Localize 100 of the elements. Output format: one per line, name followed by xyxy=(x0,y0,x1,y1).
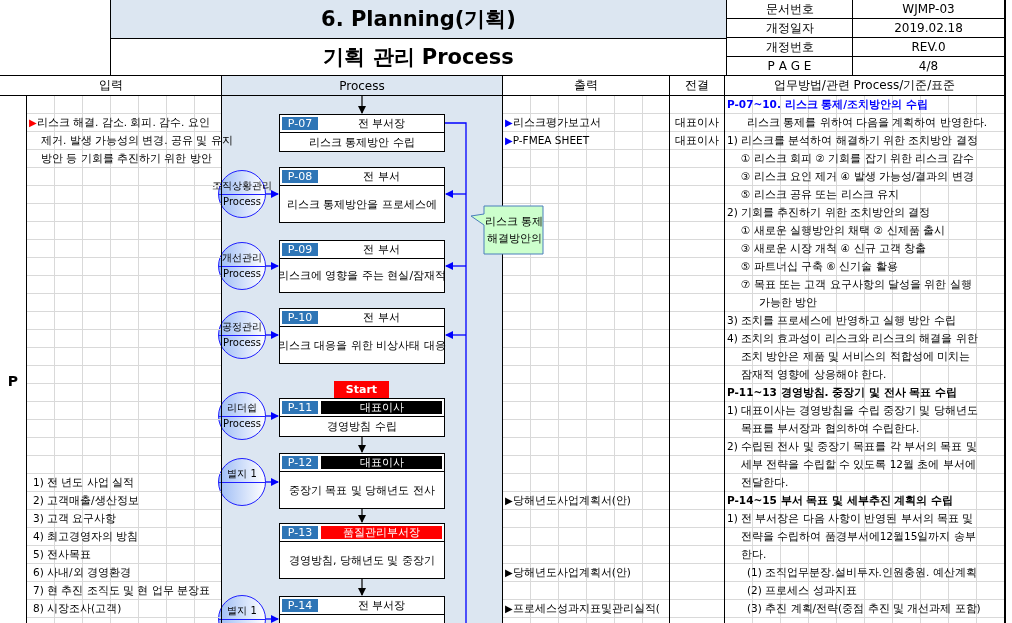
step-code: P-08 xyxy=(282,170,318,183)
marker-icon: ▶ xyxy=(503,114,513,131)
method-text: 세부 전략을 수립할 수 있도록 12월 초에 부서에 xyxy=(740,457,976,472)
sheet-title: 6. Planning(기획) xyxy=(111,0,726,39)
method-text: ③ 새로운 시장 개척 ④ 신규 고객 창출 xyxy=(740,241,927,256)
node-label: Process xyxy=(223,195,261,207)
input-text: 4) 최고경영자의 방침 xyxy=(32,529,139,544)
node-label: Process xyxy=(223,336,261,348)
marker-icon: ▶ xyxy=(27,114,37,131)
method-text: ⑤ 파트너십 구축 ⑥ 신기술 활용 xyxy=(740,259,898,274)
marker-icon: ▶ xyxy=(503,132,513,149)
input-text: 방안 등 기회를 추진하기 위한 방안 xyxy=(40,151,212,166)
method-text: ③ 리스크 요인 제거 ④ 발생 가능성/결과의 변경 xyxy=(740,169,974,184)
step-title: 경영방침, 당해년도 및 중장기 xyxy=(289,552,435,568)
info-value: WJMP-03 xyxy=(901,1,956,18)
info-label: 문서번호 xyxy=(727,0,853,18)
flow-arrow xyxy=(265,331,279,339)
step-code: P-09 xyxy=(282,243,318,256)
method-text: P-07~10. 리스크 통제/조치방안의 수립 xyxy=(726,97,928,112)
step-code: P-10 xyxy=(282,311,318,324)
callout-text: 리스크 통제 xyxy=(484,214,544,229)
node-label: 개선관리 xyxy=(222,250,262,265)
method-text: 한다. xyxy=(740,547,767,562)
marker-icon: ▶ xyxy=(503,600,513,617)
node-label: 별지 1 xyxy=(227,466,257,481)
method-text: 4) 조치의 효과성이 리스크와 리스크의 해결을 위한 xyxy=(726,331,978,346)
step-owner: 대표이사 xyxy=(321,401,442,414)
column-header: 전결 xyxy=(670,76,725,95)
method-text: 1) 리스크를 분석하여 해결하기 위한 조치방안 결정 xyxy=(726,133,978,148)
input-text: 2) 고객매출/생산정보 xyxy=(32,493,139,508)
approver-text: 대표이사 xyxy=(675,133,719,148)
approver-text: 대표이사 xyxy=(675,115,719,130)
method-text: 2) 기회를 추진하기 위한 조치방안의 결정 xyxy=(726,205,931,220)
flow-arrow xyxy=(265,478,279,486)
node-label: 별지 1 xyxy=(227,603,257,618)
step-code: P-13 xyxy=(282,526,318,539)
step-title: 중장기 목표 및 당해년도 전사 xyxy=(289,482,435,498)
input-text: 8) 시장조사(고객) xyxy=(32,601,122,616)
input-text: 7) 현 추진 조직도 및 현 업무 분장표 xyxy=(32,583,211,598)
phase-label: P xyxy=(7,373,19,391)
flow-arrow xyxy=(265,412,279,420)
method-text: 가능한 방안 xyxy=(758,295,818,310)
method-text: 잠재적 영향에 상응해야 한다. xyxy=(740,367,887,382)
info-label: P A G E xyxy=(727,57,853,75)
output-text: 당해년도사업계획서(안) xyxy=(512,493,631,508)
step-title: 경영방침 수립 xyxy=(327,419,397,434)
start-label: Start xyxy=(334,381,389,398)
method-text: 1) 전 부서장은 다음 사항이 반영된 부서의 목표 및 xyxy=(726,511,974,526)
method-text: P-11~13 경영방침. 중장기 및 전사 목표 수립 xyxy=(726,385,957,400)
info-value: 2019.02.18 xyxy=(893,20,964,37)
column-header: 출력 xyxy=(503,76,670,95)
output-text: P-FMEA SHEET xyxy=(512,133,590,148)
step-code: P-12 xyxy=(282,456,318,469)
node-label: 공정관리 xyxy=(222,319,262,334)
step-title: 리스크 통제방안을 프로세스에 xyxy=(287,196,437,212)
step-code: P-14 xyxy=(282,599,318,612)
sheet-subtitle: 기획 관리 Process xyxy=(322,44,515,71)
method-text: 전달한다. xyxy=(740,475,789,490)
marker-icon: ▶ xyxy=(503,564,513,581)
step-code: P-11 xyxy=(282,401,318,414)
info-label: 개정번호 xyxy=(727,38,853,56)
method-text: 1) 대표이사는 경영방침을 수립 중장기 및 당해년도 xyxy=(726,403,978,418)
column-header: 업무방법/관련 Process/기준/표준 xyxy=(772,77,957,94)
input-text: 6) 사내/외 경영환경 xyxy=(32,565,131,580)
flow-arrow xyxy=(265,262,279,270)
step-code: P-07 xyxy=(282,117,318,130)
step-owner: 품질관리부서장 xyxy=(321,526,442,539)
info-value: 4/8 xyxy=(917,58,940,75)
method-text: (2) 프로세스 성과지표 xyxy=(746,583,857,598)
input-text: 3) 고객 요구사항 xyxy=(32,511,117,526)
method-text: 리스크 통제를 위하여 다음을 계획하여 반영한다. xyxy=(746,115,988,130)
callout-text: 해결방안의 xyxy=(486,231,542,246)
method-text: ① 리스크 회피 ② 기회를 잡기 위한 리스크 감수 xyxy=(740,151,974,166)
node-label: Process xyxy=(223,417,261,429)
input-text: 5) 전사목표 xyxy=(32,547,92,562)
info-label: 개정일자 xyxy=(727,19,853,37)
method-text: ⑦ 목표 또는 고객 요구사항의 달성을 위한 실행 xyxy=(740,277,972,292)
method-text: 전략을 수립하여 품경부서에12월15일까지 송부 xyxy=(740,529,976,544)
flow-arrow xyxy=(265,615,279,623)
flow-arrow xyxy=(265,190,279,198)
method-text: ⑤ 리스크 공유 또는 리스크 유지 xyxy=(740,187,900,202)
input-text: 1) 전 년도 사업 실적 xyxy=(32,475,135,490)
method-text: (3) 추진 계획/전략(중점 추진 및 개선과제 포함) xyxy=(746,601,981,616)
output-text: 프로세스성과지표및관리실적( xyxy=(512,601,660,616)
method-text: ① 새로운 실행방안의 채택 ② 신제품 출시 xyxy=(740,223,945,238)
method-text: 목표를 부서장과 협의하여 수립한다. xyxy=(740,421,920,436)
method-text: (1) 조직업무분장.설비투자.인원충원. 예산계획 xyxy=(746,565,977,580)
node-label: Process xyxy=(223,267,261,279)
method-text: 3) 조치를 프로세스에 반영하고 실행 방안 수립 xyxy=(726,313,956,328)
input-text: 리스크 해결. 감소. 회피. 감수. 요인 xyxy=(36,115,210,130)
node-label: 리더쉽 xyxy=(227,400,257,415)
step-title: 리스크 통제방안 수립 xyxy=(309,134,415,150)
step-owner: 대표이사 xyxy=(321,456,442,469)
method-text: 2) 수립된 전사 및 중장기 목표를 각 부서의 목표 및 xyxy=(726,439,977,454)
column-header: Process xyxy=(222,76,503,95)
info-value: REV.0 xyxy=(910,39,947,56)
output-text: 리스크평가보고서 xyxy=(512,115,601,130)
marker-icon: ▶ xyxy=(503,492,513,509)
method-text: P-14~15 부서 목표 및 세부추진 계획의 수립 xyxy=(726,493,953,508)
output-text: 당해년도사업계획서(안) xyxy=(512,565,631,580)
